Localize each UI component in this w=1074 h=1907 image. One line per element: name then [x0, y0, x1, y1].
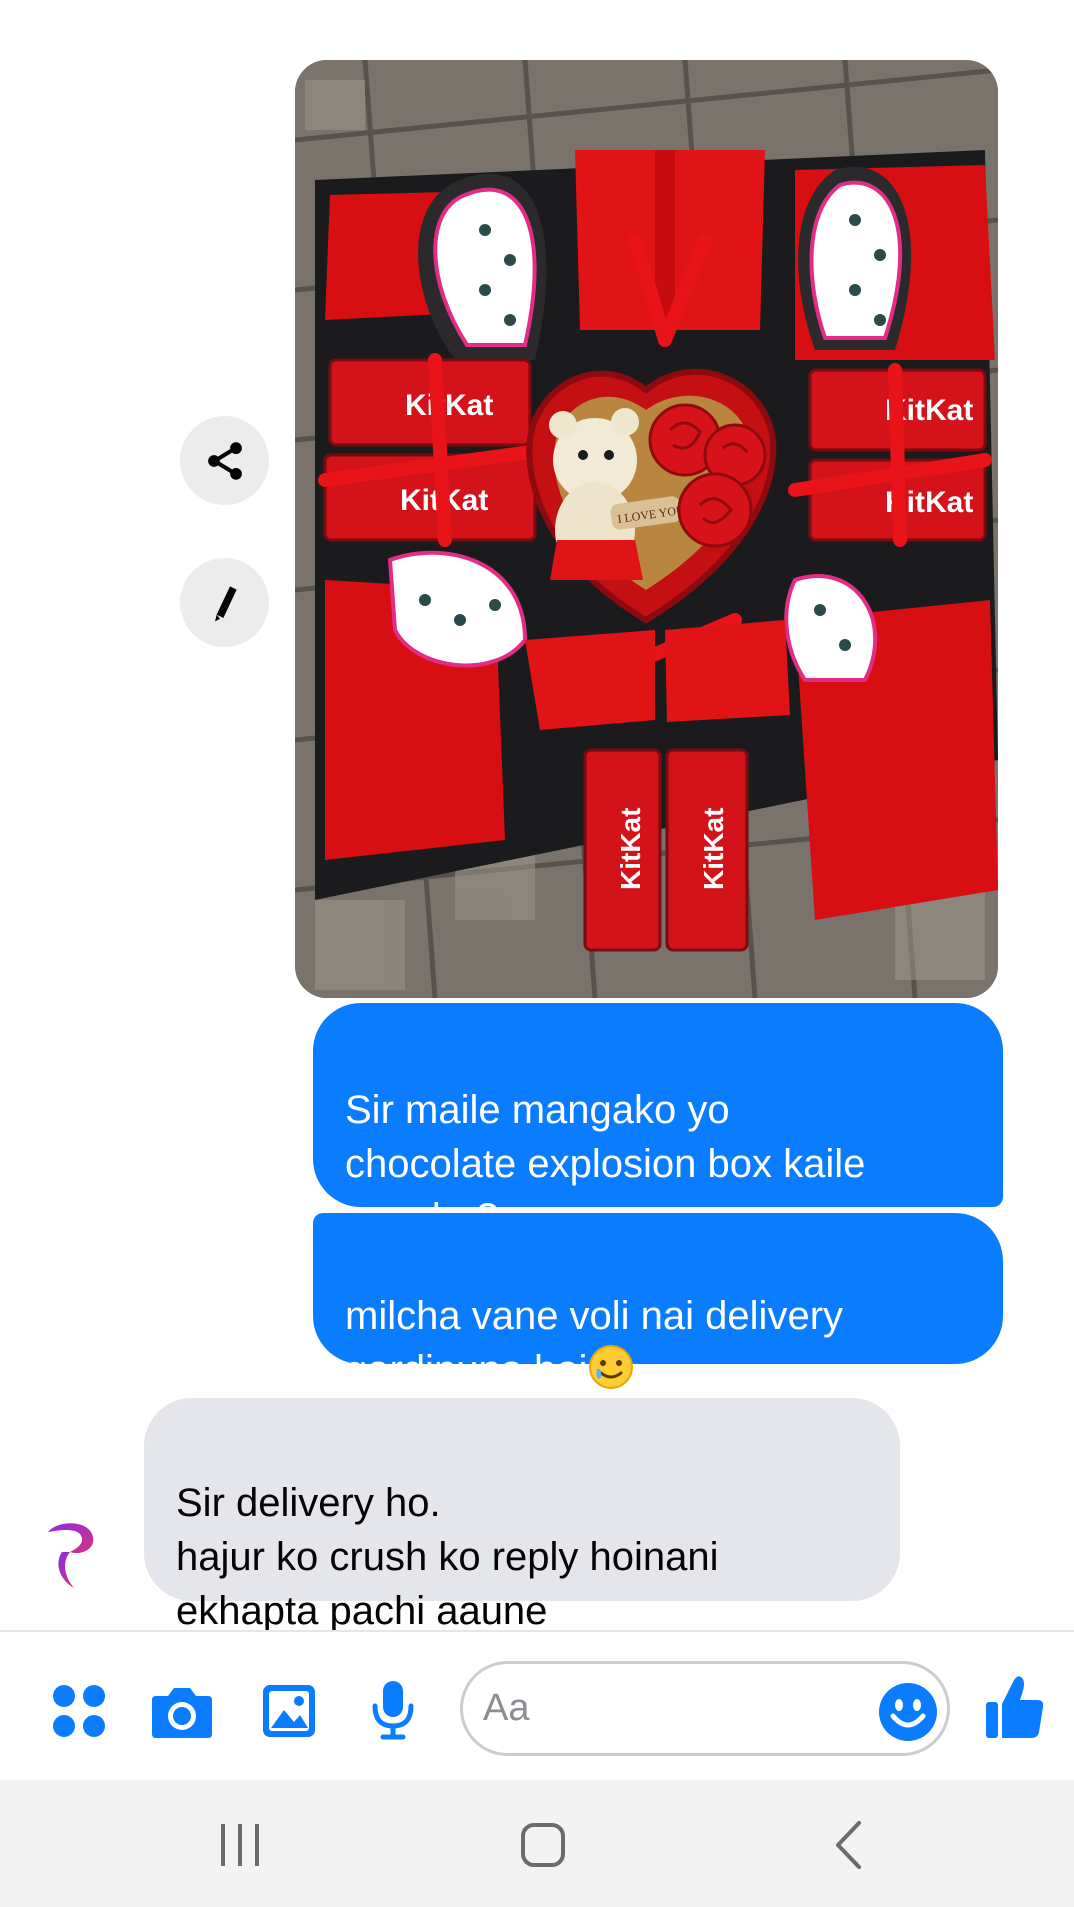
- back-button[interactable]: [830, 1820, 866, 1870]
- kitkat-label: KitKat: [405, 389, 493, 422]
- message-input[interactable]: [460, 1661, 950, 1756]
- apps-icon: [53, 1685, 105, 1737]
- recents-button[interactable]: [215, 1820, 265, 1870]
- gift-box-photo-illustration: KitKat KitKat KitKat KitKat KitKat KitKa…: [295, 60, 998, 998]
- system-navigation-bar: [0, 1780, 1074, 1907]
- camera-button[interactable]: [150, 1684, 214, 1740]
- page-logo-icon: [48, 1523, 94, 1588]
- kitkat-label: KitKat: [615, 808, 646, 890]
- microphone-button[interactable]: [366, 1680, 420, 1740]
- gallery-button[interactable]: [262, 1684, 316, 1738]
- incoming-message[interactable]: Sir delivery ho. hajur ko crush ko reply…: [144, 1398, 900, 1633]
- smiling-with-tear-emoji: [587, 1343, 635, 1405]
- home-icon: [521, 1823, 565, 1867]
- home-button[interactable]: [518, 1820, 568, 1870]
- gallery-icon: [263, 1685, 315, 1737]
- message-text: Sir delivery ho. hajur ko crush ko reply…: [176, 1481, 719, 1633]
- share-icon: [207, 441, 242, 480]
- share-button[interactable]: [180, 416, 269, 505]
- camera-icon: [152, 1688, 212, 1738]
- outgoing-message[interactable]: Sir maile mangako yo chocolate explosion…: [313, 1003, 1003, 1240]
- recents-icon: [221, 1824, 259, 1866]
- thumbs-up-icon: [986, 1676, 1044, 1738]
- apps-button[interactable]: [52, 1684, 106, 1738]
- emoji-icon: [879, 1683, 937, 1741]
- kitkat-label: KitKat: [698, 808, 729, 890]
- avatar[interactable]: [42, 1518, 100, 1590]
- thumbs-up-button[interactable]: [984, 1674, 1044, 1740]
- message-composer: [0, 1632, 1074, 1780]
- edit-button[interactable]: [180, 558, 269, 647]
- back-icon: [836, 1821, 861, 1869]
- gift-box-photo[interactable]: KitKat KitKat KitKat KitKat KitKat KitKa…: [295, 60, 998, 998]
- outgoing-message[interactable]: milcha vane voli nai delivery gardinuna …: [313, 1213, 1003, 1392]
- emoji-button[interactable]: [878, 1682, 938, 1742]
- pencil-icon: [214, 585, 237, 621]
- microphone-icon: [372, 1681, 414, 1740]
